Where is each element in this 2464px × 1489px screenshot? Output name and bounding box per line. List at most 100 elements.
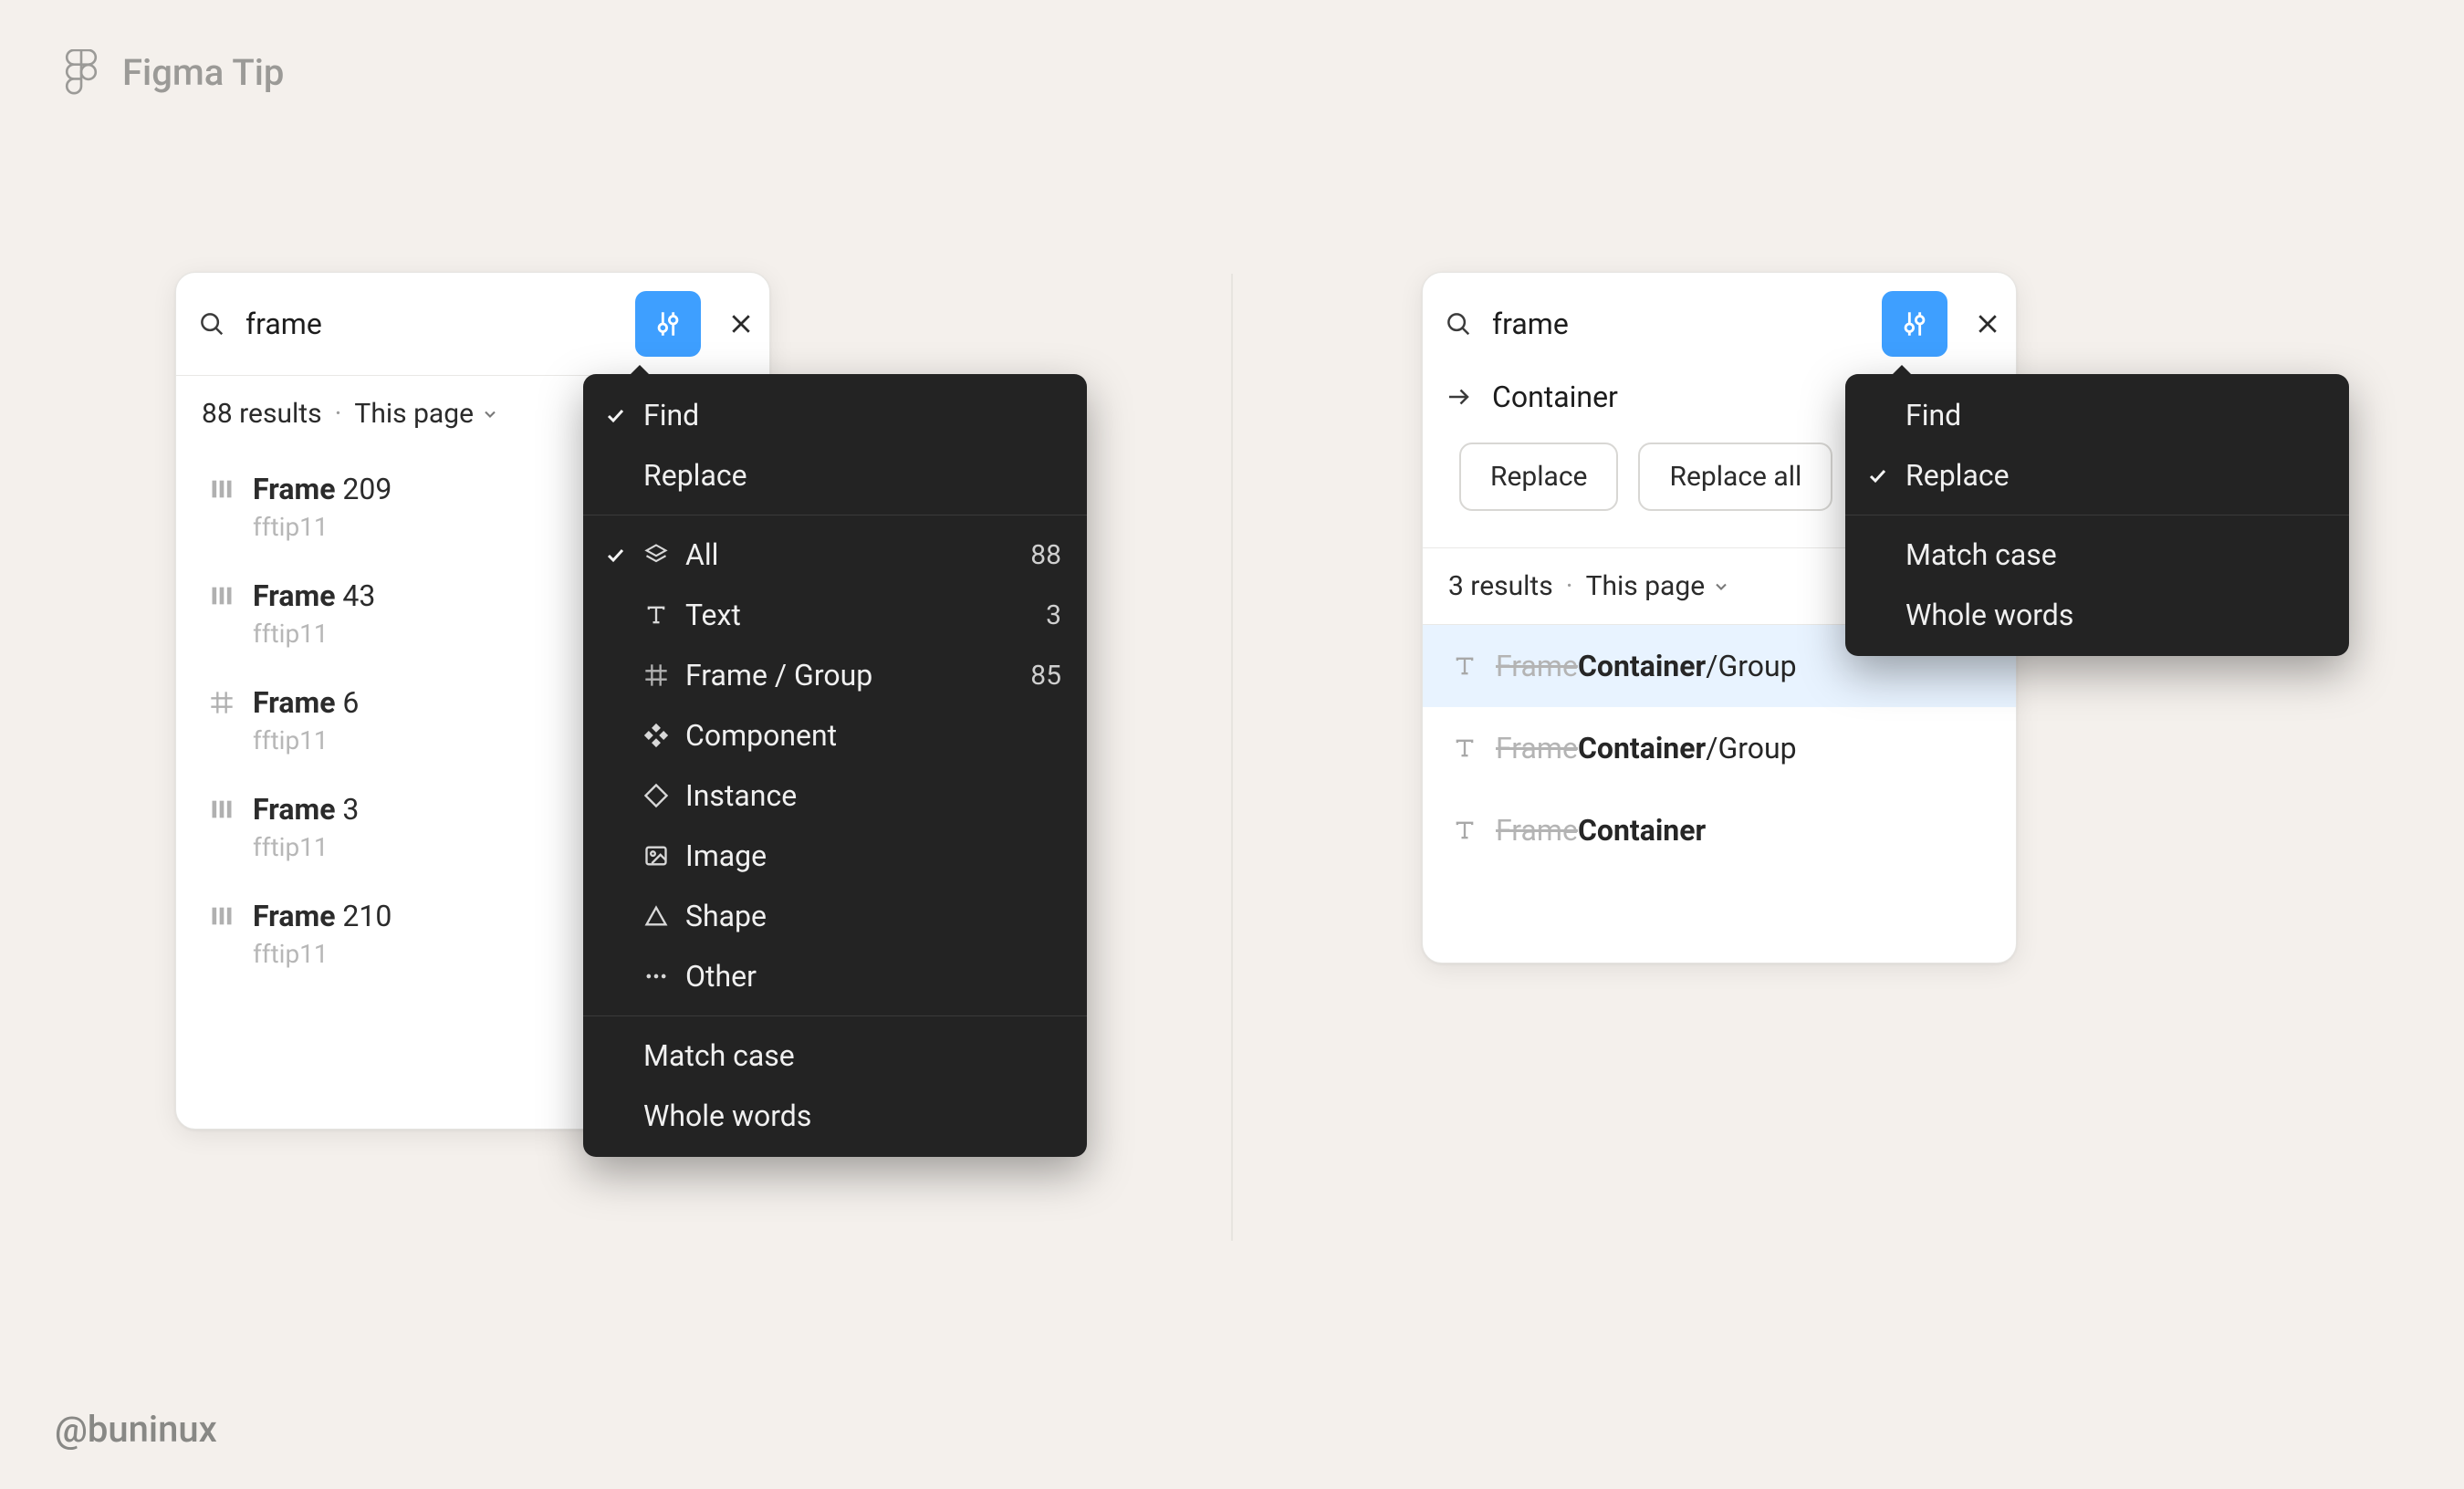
figma-logo-icon	[64, 49, 99, 95]
autolayout-icon	[209, 797, 235, 822]
text-icon	[643, 602, 669, 628]
menu-item-label: Whole words	[643, 1099, 1061, 1133]
search-input[interactable]	[1490, 306, 1864, 342]
close-icon	[1974, 310, 2001, 338]
results-list: FrameContainer/Group FrameContainer/Group…	[1423, 624, 2016, 871]
result-title: FrameContainer/Group	[1496, 731, 1797, 765]
replace-button[interactable]: Replace	[1459, 443, 1618, 511]
menu-item-filter-image[interactable]: Image	[583, 826, 1087, 886]
scope-selector[interactable]: This page	[354, 398, 499, 430]
result-title: Frame 209	[253, 472, 392, 506]
close-button[interactable]	[1966, 302, 2010, 346]
menu-item-label: All	[685, 537, 1014, 572]
search-icon	[198, 310, 225, 338]
menu-item-label: Match case	[1905, 537, 2323, 572]
menu-item-filter-component[interactable]: Component	[583, 705, 1087, 765]
menu-arrow-icon	[631, 365, 649, 374]
menu-item-label: Text	[685, 598, 1029, 632]
result-title: Frame 6	[253, 685, 359, 720]
results-count: 3 results	[1448, 570, 1553, 602]
menu-item-filter-shape[interactable]: Shape	[583, 886, 1087, 946]
shape-icon	[643, 903, 669, 929]
result-title: Frame 210	[253, 899, 392, 933]
text-icon	[1452, 817, 1477, 843]
replace-all-button[interactable]: Replace all	[1638, 443, 1832, 511]
menu-item-filter-text[interactable]: Text 3	[583, 585, 1087, 645]
vertical-divider	[1231, 274, 1233, 1241]
menu-item-label: Image	[685, 838, 1045, 873]
result-title: Frame 3	[253, 792, 359, 827]
page-title: Figma Tip	[122, 51, 284, 94]
menu-item-label: Find	[643, 398, 1061, 432]
frame-icon	[643, 662, 669, 688]
filter-menu: Find Replace All 88Text 3 Frame / Group 85 Co…	[583, 374, 1087, 1157]
menu-item-replace[interactable]: Replace	[1845, 445, 2349, 505]
menu-item-filter-instance[interactable]: Instance	[583, 765, 1087, 826]
menu-item-label: Component	[685, 718, 1045, 753]
check-icon	[603, 403, 627, 427]
menu-item-filter-frame[interactable]: Frame / Group 85	[583, 645, 1087, 705]
all-icon	[643, 542, 669, 567]
component-icon	[643, 723, 669, 748]
menu-item-find[interactable]: Find	[583, 374, 1087, 445]
author-credit: @buninux	[55, 1408, 217, 1451]
menu-item-replace[interactable]: Replace	[583, 445, 1087, 505]
scope-label: This page	[1586, 570, 1706, 602]
filter-menu: Find Replace Match case Whole words	[1845, 374, 2349, 656]
check-icon	[603, 543, 627, 567]
menu-item-count: 85	[1030, 660, 1061, 692]
arrow-right-icon	[1445, 383, 1472, 411]
search-row	[176, 273, 769, 375]
menu-item-label: Match case	[643, 1038, 1061, 1073]
results-count: 88 results	[202, 398, 322, 430]
separator-dot: ·	[335, 398, 342, 430]
image-icon	[643, 843, 669, 869]
menu-arrow-icon	[1893, 365, 1911, 374]
search-row	[1423, 273, 2016, 375]
menu-item-count: 88	[1030, 539, 1061, 571]
close-button[interactable]	[719, 302, 763, 346]
other-icon	[643, 963, 669, 989]
search-icon	[1445, 310, 1472, 338]
menu-item-match-case[interactable]: Match case	[583, 1026, 1087, 1086]
menu-item-label: Find	[1905, 398, 2323, 432]
result-item[interactable]: FrameContainer/Group	[1423, 707, 2016, 789]
check-icon	[1865, 463, 1889, 487]
scope-selector[interactable]: This page	[1586, 570, 1731, 602]
menu-item-label: Instance	[685, 778, 1045, 813]
menu-item-label: Whole words	[1905, 598, 2323, 632]
result-title: Frame 43	[253, 578, 375, 613]
menu-item-find[interactable]: Find	[1845, 374, 2349, 445]
autolayout-icon	[209, 903, 235, 929]
search-input[interactable]	[244, 306, 617, 342]
menu-item-label: Replace	[1905, 458, 2323, 493]
sliders-icon	[1899, 308, 1930, 339]
menu-item-label: Shape	[685, 899, 1045, 933]
menu-item-filter-all[interactable]: All 88	[583, 525, 1087, 585]
chevron-down-icon	[1712, 578, 1730, 596]
menu-item-label: Other	[685, 959, 1045, 994]
menu-item-count: 3	[1046, 599, 1061, 631]
autolayout-icon	[209, 476, 235, 502]
frame-icon	[209, 690, 235, 715]
scope-label: This page	[354, 398, 474, 430]
separator-dot: ·	[1566, 570, 1573, 602]
chevron-down-icon	[481, 405, 499, 423]
menu-item-match-case[interactable]: Match case	[1845, 525, 2349, 585]
filter-button[interactable]	[1882, 291, 1947, 357]
result-title: FrameContainer	[1496, 813, 1706, 848]
text-icon	[1452, 653, 1477, 679]
sliders-icon	[653, 308, 684, 339]
menu-item-label: Replace	[643, 458, 1061, 493]
result-title: FrameContainer/Group	[1496, 649, 1797, 683]
close-icon	[727, 310, 755, 338]
result-item[interactable]: FrameContainer	[1423, 789, 2016, 871]
menu-item-filter-other[interactable]: Other	[583, 946, 1087, 1006]
instance-icon	[643, 783, 669, 808]
menu-item-label: Frame / Group	[685, 658, 1014, 692]
menu-item-whole-words[interactable]: Whole words	[583, 1086, 1087, 1157]
menu-divider	[583, 1015, 1087, 1016]
menu-item-whole-words[interactable]: Whole words	[1845, 585, 2349, 656]
autolayout-icon	[209, 583, 235, 609]
filter-button[interactable]	[635, 291, 701, 357]
